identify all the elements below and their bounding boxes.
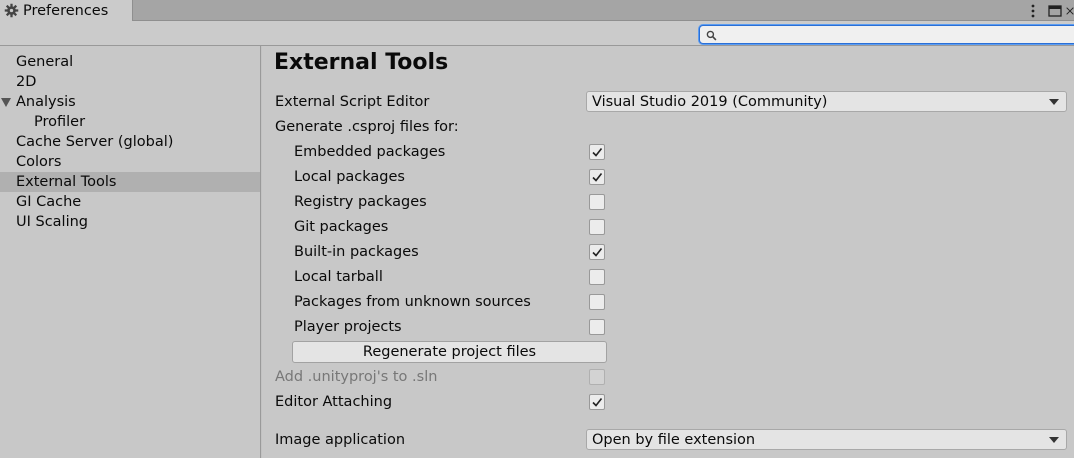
preferences-sidebar: General 2D Analysis Profiler Cache Serve…: [0, 46, 261, 458]
sidebar-item-general[interactable]: General: [0, 52, 260, 72]
maximize-icon[interactable]: [1046, 0, 1064, 21]
image-application-label: Image application: [275, 432, 406, 448]
page-title: External Tools: [274, 50, 449, 75]
local-packages-checkbox[interactable]: [589, 169, 605, 185]
package-label: Embedded packages: [294, 144, 446, 160]
package-label: Packages from unknown sources: [294, 294, 531, 310]
checkmark-icon: [592, 248, 603, 257]
sidebar-item-ui-scaling[interactable]: UI Scaling: [0, 212, 260, 232]
checkmark-icon: [592, 148, 603, 157]
player-projects-checkbox[interactable]: [589, 319, 605, 335]
checkmark-icon: [592, 173, 603, 182]
kebab-menu-icon[interactable]: [1026, 0, 1040, 21]
close-icon[interactable]: [1066, 0, 1074, 21]
sidebar-item-2d[interactable]: 2D: [0, 72, 260, 92]
window-tab-bar: Preferences: [0, 0, 1074, 21]
gear-icon: [4, 3, 19, 18]
preferences-tab[interactable]: Preferences: [0, 0, 133, 21]
package-label: Registry packages: [294, 194, 427, 210]
unityproj-checkbox: [589, 369, 605, 385]
package-label: Player projects: [294, 319, 402, 335]
dropdown-arrow-icon: [1049, 99, 1059, 105]
expand-triangle-icon[interactable]: [1, 98, 11, 107]
builtin-packages-checkbox[interactable]: [589, 244, 605, 260]
dropdown-arrow-icon: [1049, 437, 1059, 443]
checkmark-icon: [592, 398, 603, 407]
sidebar-item-cache-server[interactable]: Cache Server (global): [0, 132, 260, 152]
unityproj-label: Add .unityproj's to .sln: [275, 369, 438, 385]
preferences-toolbar: [0, 21, 1074, 46]
script-editor-label: External Script Editor: [275, 94, 430, 110]
search-icon: [706, 29, 717, 41]
git-packages-checkbox[interactable]: [589, 219, 605, 235]
registry-packages-checkbox[interactable]: [589, 194, 605, 210]
sidebar-item-colors[interactable]: Colors: [0, 152, 260, 172]
image-application-dropdown[interactable]: Open by file extension: [586, 429, 1067, 450]
external-tools-panel: External Tools External Script Editor Vi…: [262, 46, 1074, 458]
package-label: Local tarball: [294, 269, 383, 285]
embedded-packages-checkbox[interactable]: [589, 144, 605, 160]
editor-attaching-checkbox[interactable]: [589, 394, 605, 410]
generate-csproj-label: Generate .csproj files for:: [275, 119, 459, 135]
search-input[interactable]: [699, 25, 1074, 44]
script-editor-dropdown[interactable]: Visual Studio 2019 (Community): [586, 91, 1067, 112]
tab-title: Preferences: [23, 2, 109, 19]
sidebar-item-profiler[interactable]: Profiler: [0, 112, 260, 132]
package-label: Local packages: [294, 169, 405, 185]
regenerate-project-files-button[interactable]: Regenerate project files: [292, 341, 607, 363]
local-tarball-checkbox[interactable]: [589, 269, 605, 285]
package-label: Git packages: [294, 219, 389, 235]
editor-attaching-label: Editor Attaching: [275, 394, 393, 410]
package-label: Built-in packages: [294, 244, 419, 260]
unknown-sources-checkbox[interactable]: [589, 294, 605, 310]
sidebar-item-gi-cache[interactable]: GI Cache: [0, 192, 260, 212]
sidebar-item-analysis[interactable]: Analysis: [0, 92, 260, 112]
sidebar-item-external-tools[interactable]: External Tools: [0, 172, 260, 192]
